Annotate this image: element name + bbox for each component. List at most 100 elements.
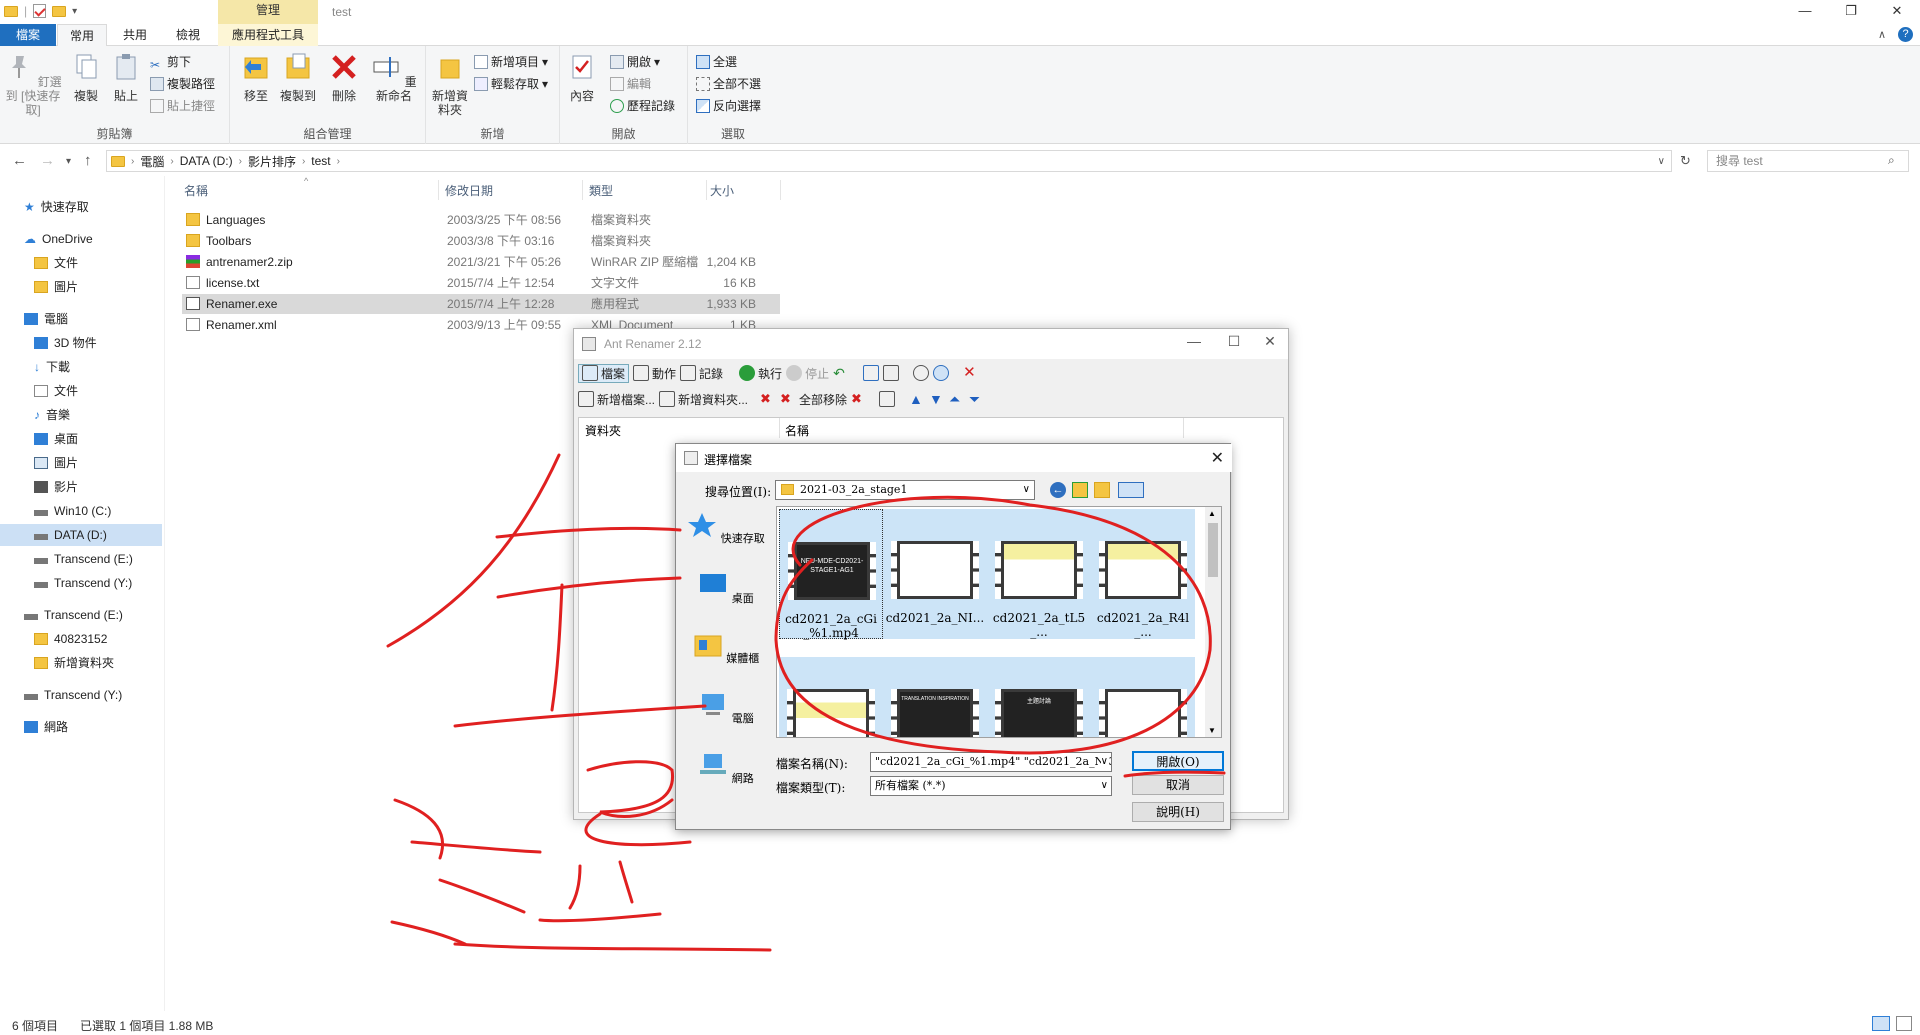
- paste-shortcut-button[interactable]: 貼上捷徑: [150, 96, 215, 116]
- nav-documents[interactable]: 文件: [34, 380, 78, 402]
- breadcrumb-computer[interactable]: 電腦: [140, 153, 164, 170]
- col-date-header[interactable]: 修改日期: [445, 182, 493, 199]
- copy-button[interactable]: 複製: [66, 50, 106, 103]
- file-thumbnail[interactable]: TRANSLATION INSPIRATION: [883, 657, 987, 737]
- nav-new-folder[interactable]: 新增資料夾: [34, 652, 114, 674]
- move-up-icon[interactable]: ▲: [909, 391, 925, 407]
- restore-button[interactable]: ❐: [1828, 0, 1874, 24]
- exit-icon[interactable]: ✕: [963, 365, 979, 381]
- ant-minimize-button[interactable]: —: [1174, 333, 1214, 349]
- properties-button[interactable]: 內容: [566, 50, 598, 103]
- nav-music[interactable]: ♪ 音樂: [34, 404, 70, 426]
- file-row[interactable]: license.txt 2015/7/4 上午 12:54 文字文件 16 KB: [182, 273, 780, 293]
- ant-col-folder[interactable]: 資料夾: [585, 422, 621, 439]
- ant-maximize-button[interactable]: ☐: [1214, 333, 1254, 350]
- file-thumbnail[interactable]: [1091, 657, 1195, 737]
- move-top-icon[interactable]: ⏶: [949, 391, 965, 407]
- close-button[interactable]: ✕: [1874, 0, 1920, 24]
- place-desktop[interactable]: 桌面: [684, 572, 768, 606]
- back-arrow-icon[interactable]: ←: [12, 152, 27, 169]
- about-icon[interactable]: [933, 365, 950, 381]
- place-network[interactable]: 網路: [684, 752, 768, 786]
- nav-quick-access[interactable]: ★ 快速存取: [24, 196, 89, 218]
- remove-dead-icon[interactable]: ✖: [851, 391, 867, 407]
- view-menu-icon[interactable]: [1118, 482, 1144, 498]
- file-thumbnail[interactable]: [779, 657, 883, 737]
- place-computer[interactable]: 電腦: [684, 692, 768, 726]
- scroll-down-icon[interactable]: ▼: [1208, 726, 1216, 735]
- tab-file[interactable]: 檔案: [0, 24, 56, 46]
- scrollbar-thumb[interactable]: [1208, 523, 1218, 577]
- file-row[interactable]: antrenamer2.zip 2021/3/21 下午 05:26 WinRA…: [182, 252, 780, 272]
- back-icon[interactable]: ←: [1050, 482, 1066, 498]
- nav-data-drive[interactable]: DATA (D:): [0, 524, 162, 546]
- nav-onedrive[interactable]: ☁ OneDrive: [24, 228, 93, 250]
- new-item-button[interactable]: 新增項目 ▾: [474, 52, 548, 72]
- nav-onedrive-pictures[interactable]: 圖片: [34, 276, 78, 298]
- delete-button[interactable]: 刪除: [326, 50, 362, 103]
- nav-transcend-y-root[interactable]: Transcend (Y:): [24, 684, 122, 706]
- manage-context-tab[interactable]: 管理: [218, 0, 318, 24]
- ant-files-tab[interactable]: 檔案: [578, 363, 630, 383]
- tab-view[interactable]: 檢視: [162, 24, 214, 46]
- select-all-button[interactable]: 全選: [696, 52, 737, 72]
- nav-win10-drive[interactable]: Win10 (C:): [34, 500, 111, 522]
- file-thumbnail[interactable]: 主題討論: [987, 657, 1091, 737]
- easy-access-button[interactable]: 輕鬆存取 ▾: [474, 74, 548, 94]
- options-icon[interactable]: [883, 365, 900, 381]
- customize-qat-icon[interactable]: ▾: [72, 6, 77, 17]
- nav-transcend-e-root[interactable]: Transcend (E:): [24, 604, 123, 626]
- move-down-icon[interactable]: ▼: [929, 391, 945, 407]
- move-bottom-icon[interactable]: ⏷: [969, 391, 985, 407]
- properties-icon[interactable]: [33, 4, 47, 18]
- file-thumbnail[interactable]: cd2021_2a_R4l_...: [1091, 509, 1195, 639]
- col-name-header[interactable]: 名稱: [184, 182, 208, 199]
- nav-onedrive-docs[interactable]: 文件: [34, 252, 78, 274]
- remove-selected-icon[interactable]: ✖: [760, 391, 776, 407]
- breadcrumb-video-sort[interactable]: 影片排序: [248, 153, 296, 170]
- nav-this-pc[interactable]: 電腦: [24, 308, 68, 330]
- file-row[interactable]: Toolbars 2003/3/8 下午 03:16 檔案資料夾: [182, 231, 780, 251]
- help-button[interactable]: 說明(H): [1132, 802, 1224, 822]
- place-libraries[interactable]: 媒體櫃: [684, 632, 768, 666]
- create-folder-icon[interactable]: [1094, 482, 1110, 498]
- ant-stop-button[interactable]: 停止: [786, 365, 829, 382]
- refresh-icon[interactable]: ↻: [1680, 153, 1691, 169]
- minimize-button[interactable]: —: [1782, 0, 1828, 24]
- ant-add-folders-button[interactable]: 新增資料夾...: [659, 391, 748, 408]
- address-dropdown-icon[interactable]: ∨: [1658, 156, 1665, 167]
- col-type-header[interactable]: 類型: [589, 182, 613, 199]
- nav-folder-40823152[interactable]: 40823152: [34, 628, 107, 650]
- new-folder-icon[interactable]: [52, 5, 67, 17]
- help-icon[interactable]: ?: [1898, 27, 1913, 42]
- ant-actions-tab[interactable]: 動作: [633, 365, 676, 382]
- ant-col-name[interactable]: 名稱: [785, 422, 809, 439]
- file-thumbnail[interactable]: cd2021_2a_tL5_...: [987, 509, 1091, 639]
- invert-selection-button[interactable]: 反向選擇: [696, 96, 761, 116]
- file-thumbnail[interactable]: cd2021_2a_NI...: [883, 509, 987, 639]
- file-thumbnail-view[interactable]: NFU-MDE-CD2021-STAGE1-AG1 cd2021_2a_cGi_…: [776, 506, 1222, 738]
- nav-network[interactable]: 網路: [24, 716, 68, 738]
- dialog-close-button[interactable]: ✕: [1211, 448, 1224, 468]
- copy-to-button[interactable]: 複製到: [276, 50, 320, 103]
- tab-home[interactable]: 常用: [57, 24, 107, 46]
- forward-arrow-icon[interactable]: →: [40, 152, 55, 169]
- up-arrow-icon[interactable]: ↑: [84, 152, 92, 169]
- ant-add-files-button[interactable]: 新增檔案...: [578, 391, 655, 408]
- history-button[interactable]: 歷程記錄: [610, 96, 675, 116]
- ant-log-tab[interactable]: 記錄: [680, 365, 723, 382]
- scroll-up-icon[interactable]: ▲: [1208, 509, 1216, 518]
- ant-close-button[interactable]: ✕: [1250, 333, 1290, 350]
- filename-input[interactable]: "cd2021_2a_cGi_%1.mp4" "cd2021_2a_NI3_% …: [870, 752, 1112, 772]
- breadcrumb-test[interactable]: test: [311, 154, 330, 168]
- nav-downloads[interactable]: ↓ 下載: [34, 356, 70, 378]
- ant-remove-all-button[interactable]: ✖ 全部移除: [780, 391, 847, 408]
- open-button[interactable]: 開啟(O): [1132, 751, 1224, 771]
- breadcrumb-data-drive[interactable]: DATA (D:): [180, 154, 233, 168]
- recent-locations-icon[interactable]: ▾: [66, 156, 71, 167]
- open-button[interactable]: 開啟 ▾: [610, 52, 660, 72]
- nav-3d-objects[interactable]: 3D 物件: [34, 332, 97, 354]
- file-row-selected[interactable]: Renamer.exe 2015/7/4 上午 12:28 應用程式 1,933…: [182, 294, 780, 314]
- select-none-button[interactable]: 全部不選: [696, 74, 761, 94]
- copy-path-button[interactable]: 複製路徑: [150, 74, 215, 94]
